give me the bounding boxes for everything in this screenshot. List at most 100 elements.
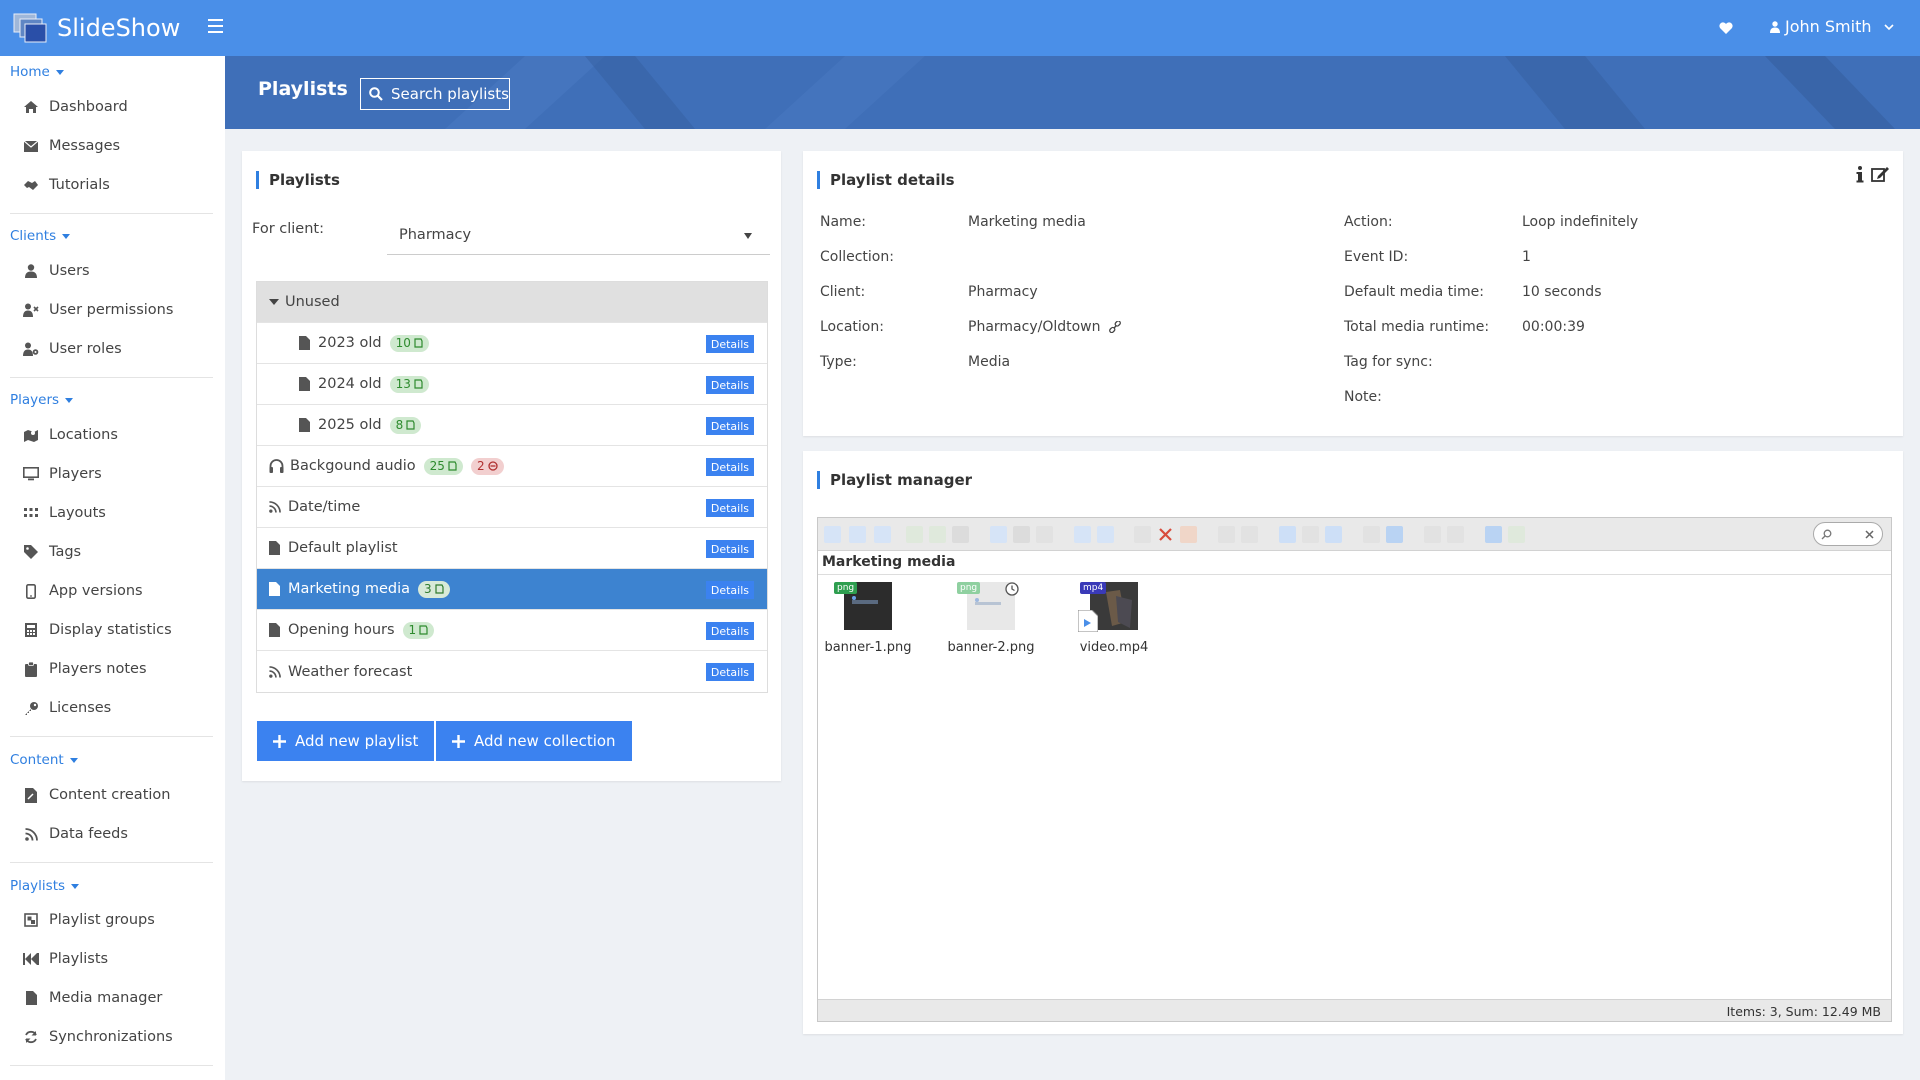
- add-new-collection-button[interactable]: Add new collection: [436, 721, 632, 761]
- sidebar-section-playlists[interactable]: Playlists: [10, 878, 80, 894]
- sidebar-item-locations[interactable]: Locations: [23, 424, 118, 446]
- sidebar-item-user-roles[interactable]: User roles: [23, 338, 122, 360]
- sidebar-item-messages[interactable]: Messages: [23, 135, 120, 157]
- sidebar-section-content[interactable]: Content: [10, 752, 78, 768]
- new-folder-icon[interactable]: [906, 526, 923, 543]
- select-none-icon[interactable]: [1302, 526, 1319, 543]
- sidebar-item-licenses[interactable]: Licenses: [23, 697, 111, 719]
- undo-icon[interactable]: [1074, 526, 1091, 543]
- link-icon[interactable]: [1108, 321, 1121, 333]
- plus-icon: [452, 734, 465, 748]
- grid-icon: [23, 505, 39, 521]
- redo-icon[interactable]: [1097, 526, 1114, 543]
- user-gear-icon: [23, 341, 39, 357]
- disk-icon[interactable]: [1013, 526, 1030, 543]
- help-icon[interactable]: [1485, 526, 1502, 543]
- sidebar-item-dashboard[interactable]: Dashboard: [23, 96, 128, 118]
- tag-icon: [23, 544, 39, 560]
- menu-toggle-icon[interactable]: [208, 19, 223, 33]
- sidebar-divider: [10, 377, 213, 378]
- group-unused[interactable]: Unused: [257, 282, 767, 323]
- playlist-row[interactable]: Weather forecast Details: [257, 651, 767, 692]
- playlist-row[interactable]: 2025 old 8 Details: [257, 405, 767, 446]
- fullscreen-icon[interactable]: [1508, 526, 1525, 543]
- edit-file-icon[interactable]: [1241, 526, 1258, 543]
- item-count-badge: 13: [389, 375, 429, 393]
- detail-label-event-id: Event ID:: [1344, 249, 1409, 265]
- details-button[interactable]: Details: [705, 622, 754, 640]
- slideshow-logo-icon[interactable]: [12, 10, 48, 46]
- sidebar-item-players-notes[interactable]: Players notes: [23, 658, 147, 680]
- user-menu[interactable]: John Smith: [1770, 17, 1895, 36]
- sidebar-section-home[interactable]: Home: [10, 64, 64, 80]
- sidebar-item-tags[interactable]: Tags: [23, 541, 81, 563]
- sidebar-item-user-permissions[interactable]: User permissions: [23, 299, 173, 321]
- file-item[interactable]: mp4 video.mp4: [1064, 582, 1164, 655]
- forward-icon[interactable]: [849, 526, 866, 543]
- playlist-row[interactable]: Default playlist Details: [257, 528, 767, 569]
- add-new-playlist-button[interactable]: Add new playlist: [257, 721, 435, 761]
- sidebar-item-playlists[interactable]: Playlists: [23, 948, 108, 970]
- playlist-row[interactable]: 2023 old 10 Details: [257, 323, 767, 364]
- details-button[interactable]: Details: [705, 540, 754, 558]
- sort-icon[interactable]: [1447, 526, 1464, 543]
- rename-icon[interactable]: [1218, 526, 1235, 543]
- download-icon[interactable]: [990, 526, 1007, 543]
- sidebar-item-display-statistics[interactable]: Display statistics: [23, 619, 172, 641]
- sidebar-item-users[interactable]: Users: [23, 260, 90, 282]
- brand-name[interactable]: SlideShow: [57, 14, 180, 42]
- file-thumbnail: png: [957, 582, 1019, 630]
- sidebar-item-playlist-groups[interactable]: Playlist groups: [23, 909, 155, 931]
- search-playlists-button[interactable]: Search playlists: [360, 78, 510, 110]
- details-button[interactable]: Details: [705, 581, 754, 599]
- media-icon: [414, 338, 423, 348]
- file-item[interactable]: png banner-1.png: [818, 582, 918, 655]
- details-button[interactable]: Details: [705, 417, 754, 435]
- sidebar-item-data-feeds[interactable]: Data feeds: [23, 823, 128, 845]
- clear-icon[interactable]: [1865, 530, 1874, 539]
- sidebar-item-media-manager[interactable]: Media manager: [23, 987, 162, 1009]
- cursor-icon[interactable]: [1036, 526, 1053, 543]
- caret-down-icon: [69, 757, 78, 763]
- playlist-details-card: Playlist details Name: Marketing media C…: [803, 151, 1903, 436]
- client-select[interactable]: Pharmacy: [387, 221, 770, 255]
- up-icon[interactable]: [874, 526, 891, 543]
- file-item[interactable]: png banner-2.png: [941, 582, 1041, 655]
- delete-icon[interactable]: [1157, 526, 1174, 543]
- copy-icon[interactable]: [1134, 526, 1151, 543]
- heart-icon[interactable]: [1718, 20, 1734, 36]
- sidebar-item-layouts[interactable]: Layouts: [23, 502, 106, 524]
- edit-icon[interactable]: [1871, 165, 1890, 183]
- sidebar-item-content-creation[interactable]: Content creation: [23, 784, 170, 806]
- handshake-icon: [23, 177, 39, 193]
- new-file-icon[interactable]: [929, 526, 946, 543]
- playlist-row[interactable]: 2024 old 13 Details: [257, 364, 767, 405]
- playlist-row[interactable]: Date/time Details: [257, 487, 767, 528]
- invert-selection-icon[interactable]: [1325, 526, 1342, 543]
- sidebar-item-app-versions[interactable]: App versions: [23, 580, 143, 602]
- sidebar-section-clients[interactable]: Clients: [10, 228, 71, 244]
- save-icon[interactable]: [952, 526, 969, 543]
- playlist-details-title: Playlist details: [817, 171, 955, 189]
- sidebar-item-tutorials[interactable]: Tutorials: [23, 174, 110, 196]
- details-button[interactable]: Details: [705, 458, 754, 476]
- details-button[interactable]: Details: [705, 499, 754, 517]
- sidebar-item-players[interactable]: Players: [23, 463, 102, 485]
- info-icon[interactable]: [1855, 165, 1865, 183]
- details-button[interactable]: Details: [705, 663, 754, 681]
- paste-icon[interactable]: [1180, 526, 1197, 543]
- details-button[interactable]: Details: [705, 376, 754, 394]
- details-button[interactable]: Details: [705, 335, 754, 353]
- playlist-row[interactable]: Opening hours 1 Details: [257, 610, 767, 651]
- list-view-icon[interactable]: [1424, 526, 1441, 543]
- detail-label-note: Note:: [1344, 389, 1382, 405]
- sidebar-item-synchronizations[interactable]: Synchronizations: [23, 1026, 173, 1048]
- sidebar-section-players[interactable]: Players: [10, 392, 74, 408]
- preview-icon[interactable]: [1363, 526, 1380, 543]
- playlist-row-selected[interactable]: Marketing media 3 Details: [257, 569, 767, 610]
- playlist-row[interactable]: Backgound audio 25 2 Details: [257, 446, 767, 487]
- file-search-input[interactable]: [1813, 522, 1883, 546]
- select-all-icon[interactable]: [1279, 526, 1296, 543]
- back-icon[interactable]: [824, 526, 841, 543]
- info-file-icon[interactable]: [1386, 526, 1403, 543]
